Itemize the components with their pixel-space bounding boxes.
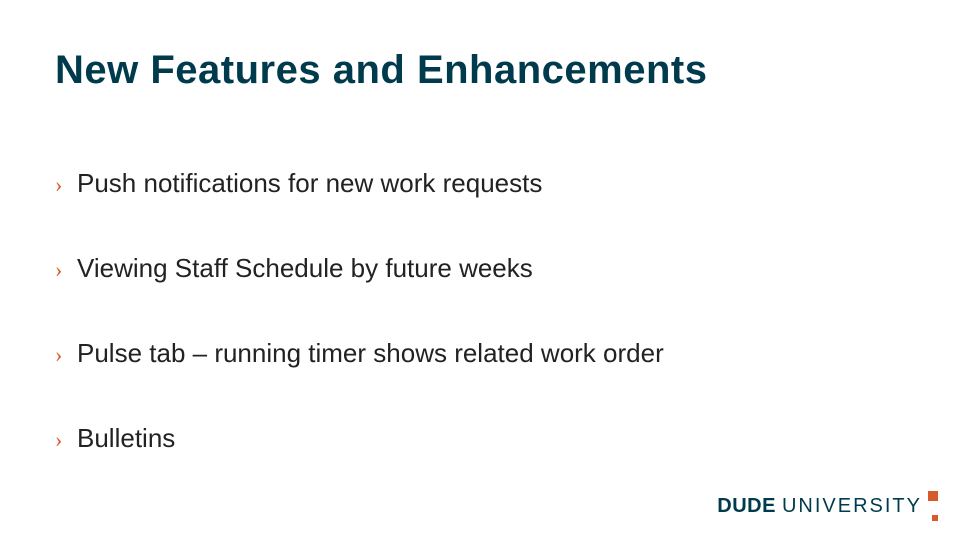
brand-logo: DUDE UNIVERSITY <box>717 495 938 518</box>
slide: New Features and Enhancements › Push not… <box>0 0 960 540</box>
logo-brand-text: DUDE <box>717 495 776 518</box>
list-item: › Bulletins <box>55 423 905 454</box>
slide-title: New Features and Enhancements <box>55 48 707 93</box>
chevron-right-icon: › <box>55 427 77 453</box>
chevron-right-icon: › <box>55 257 77 283</box>
logo-sub-text: UNIVERSITY <box>782 495 922 518</box>
chevron-right-icon: › <box>55 172 77 198</box>
bullet-text: Pulse tab – running timer shows related … <box>77 338 905 369</box>
chevron-right-icon: › <box>55 342 77 368</box>
logo-accent-icon <box>924 497 938 517</box>
list-item: › Push notifications for new work reques… <box>55 168 905 199</box>
bullet-text: Viewing Staff Schedule by future weeks <box>77 253 905 284</box>
bullet-list: › Push notifications for new work reques… <box>55 168 905 508</box>
bullet-text: Bulletins <box>77 423 905 454</box>
bullet-text: Push notifications for new work requests <box>77 168 905 199</box>
list-item: › Viewing Staff Schedule by future weeks <box>55 253 905 284</box>
list-item: › Pulse tab – running timer shows relate… <box>55 338 905 369</box>
